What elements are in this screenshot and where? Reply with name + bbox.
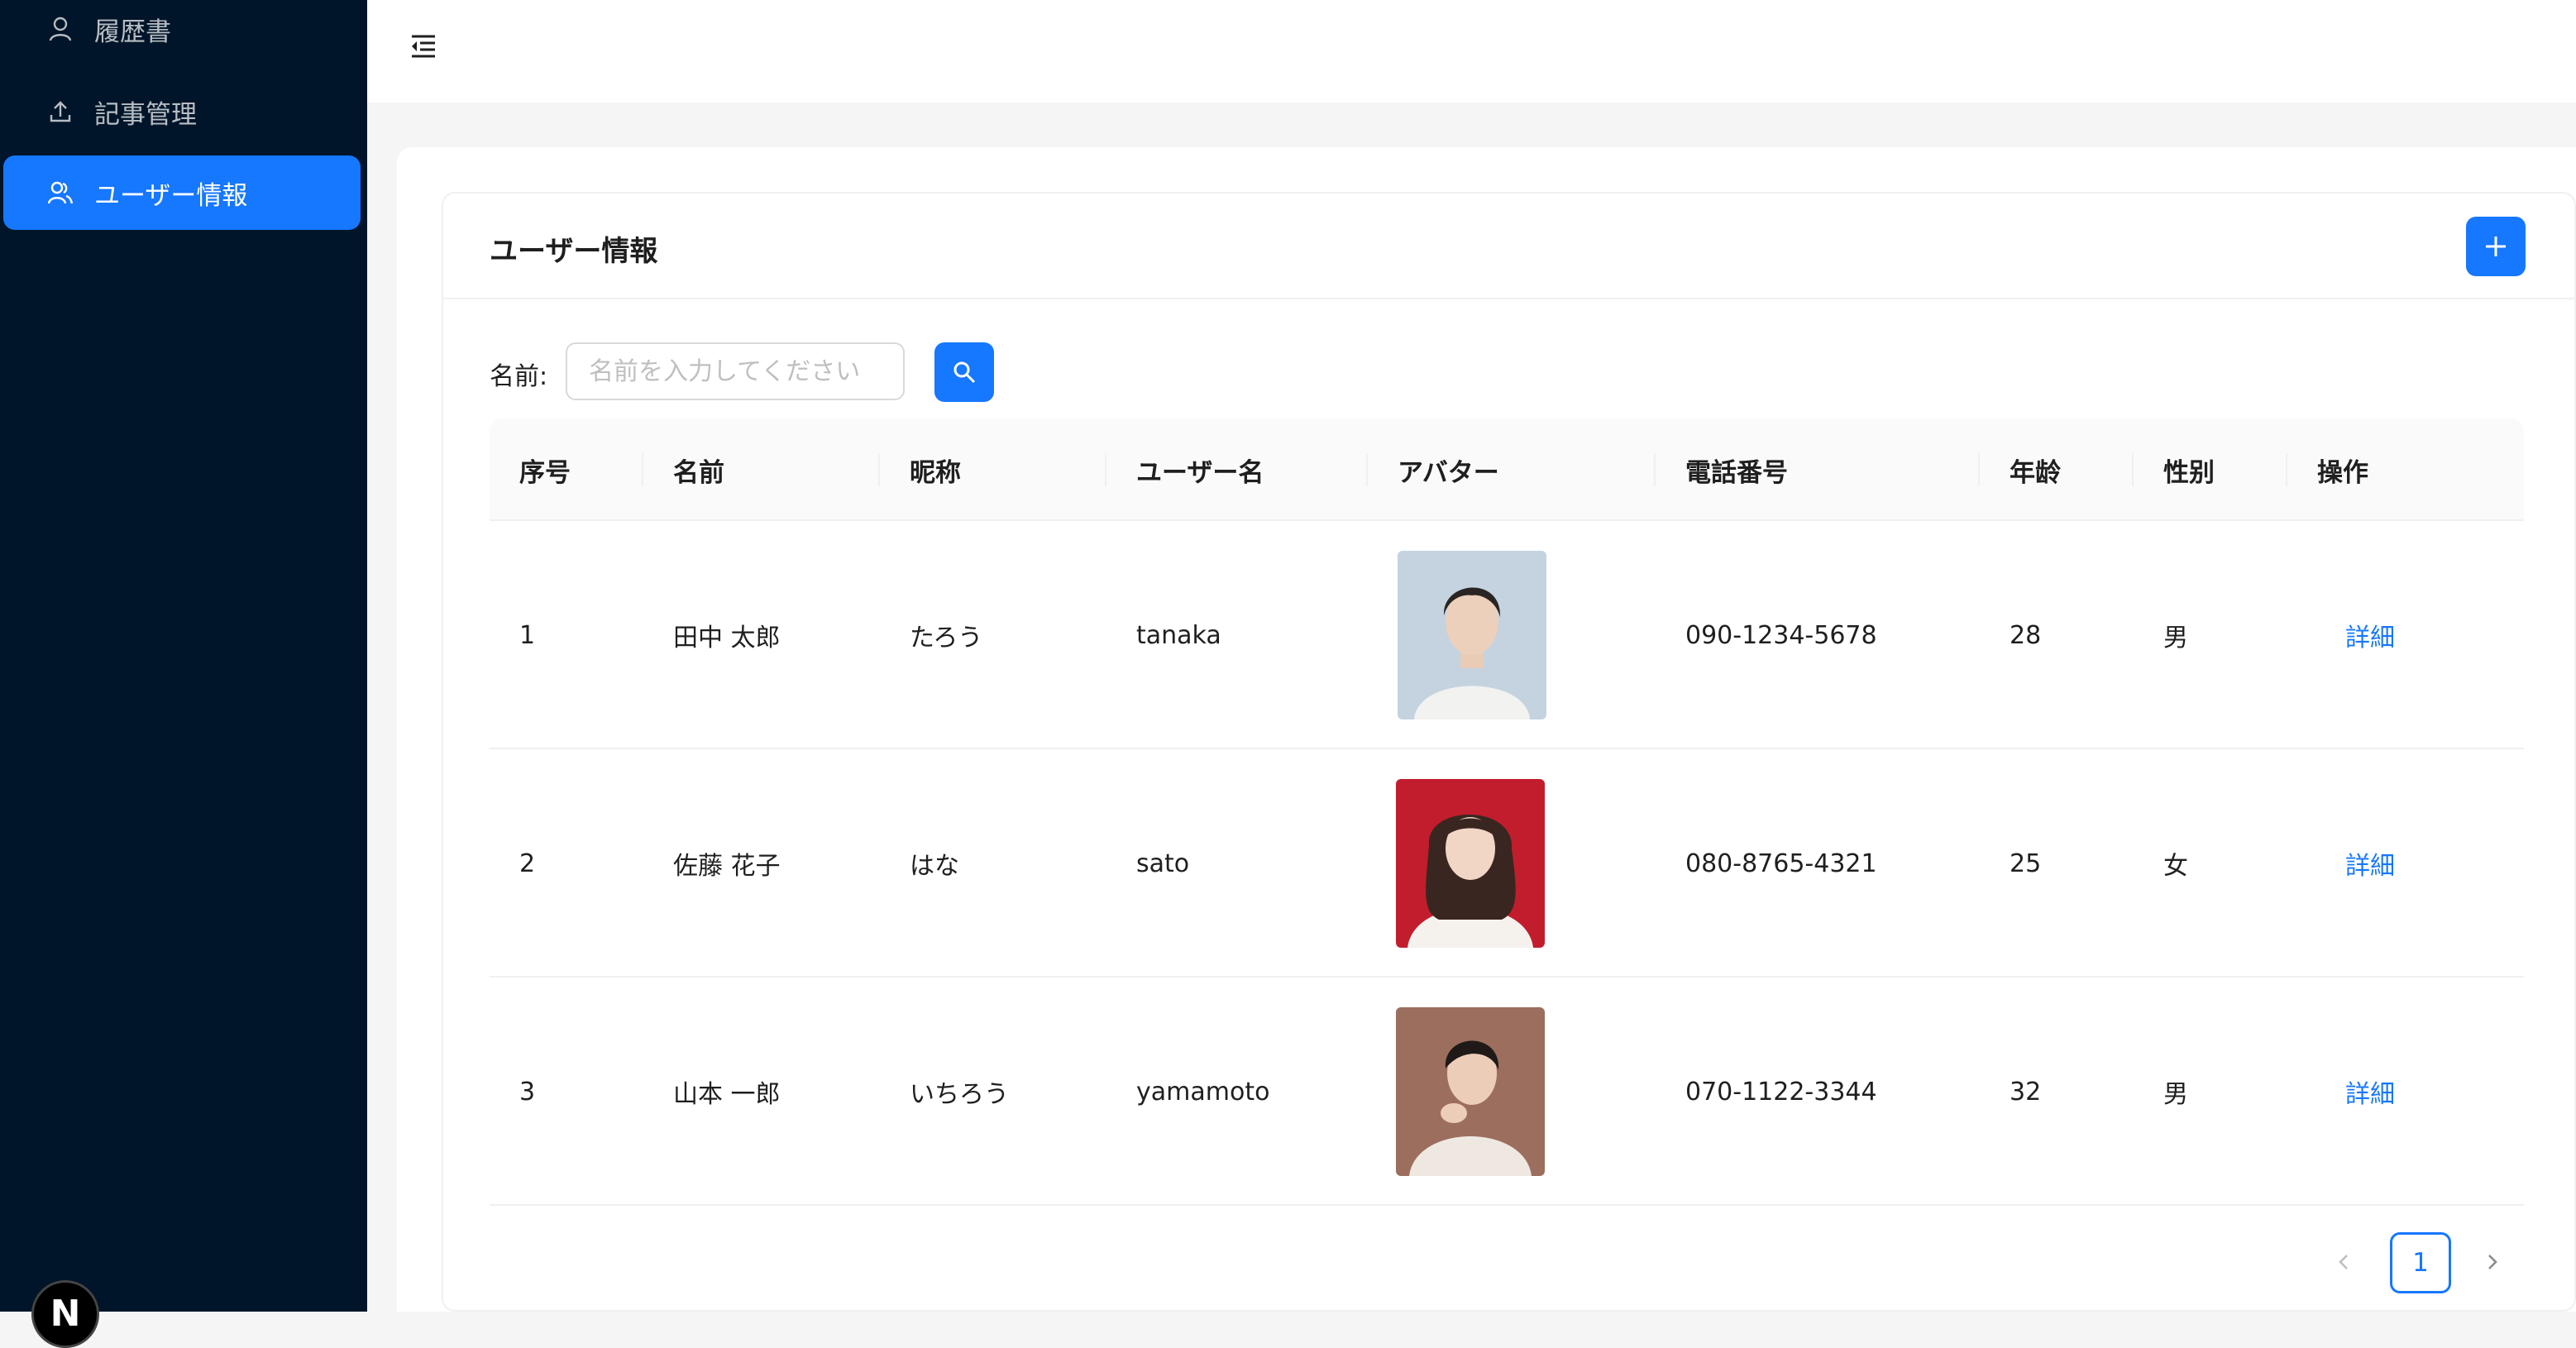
cell-no: 1 (519, 620, 536, 650)
cell-age: 25 (2010, 848, 2042, 878)
cell-gender: 男 (2163, 624, 2188, 652)
card-header: ユーザー情報 (443, 194, 2574, 299)
column-header-username: ユーザー名 (1136, 457, 1264, 488)
chevron-left-icon[interactable] (2314, 1232, 2373, 1292)
menu-fold-icon[interactable] (409, 31, 438, 61)
chevron-right-icon[interactable] (2463, 1232, 2522, 1292)
sidebar-item-articles[interactable]: 記事管理 (3, 74, 361, 149)
column-header-gender: 性别 (2163, 457, 2215, 488)
table-row: 3 山本 一郎 いちろう yamamoto 070-1122-3344 32 男 (490, 978, 2524, 1206)
sidebar-item-label: 記事管理 (94, 99, 197, 130)
user-info-card: ユーザー情報 名前: 序号 名前 昵称 ユーザー名 アバター 電話番号 年龄 性… (442, 192, 2576, 1312)
cell-nickname: いちろう (910, 1080, 1009, 1109)
cell-no: 2 (519, 848, 536, 878)
search-button[interactable] (934, 342, 994, 402)
search-icon (953, 361, 976, 384)
column-header-no: 序号 (519, 457, 571, 488)
cell-avatar (1396, 978, 1545, 1206)
cell-gender: 男 (2163, 1080, 2188, 1109)
cell-name: 田中 太郎 (673, 624, 781, 652)
cell-avatar (1396, 749, 1545, 978)
add-user-button[interactable] (2466, 217, 2526, 276)
pagination: 1 (2114, 1232, 2576, 1298)
table-row: 1 田中 太郎 たろう tanaka 090-1234-5678 28 男 詳細 (490, 521, 2524, 749)
user-avatar[interactable]: N (31, 1280, 99, 1348)
detail-link[interactable]: 詳細 (2345, 749, 2395, 978)
cell-username: tanaka (1136, 620, 1221, 650)
cell-phone: 090-1234-5678 (1685, 620, 1877, 650)
cell-name: 山本 一郎 (673, 1080, 781, 1109)
user-avatar-image (1396, 779, 1545, 948)
name-search-input[interactable] (566, 342, 905, 400)
cell-age: 28 (2010, 620, 2042, 650)
page-title: ユーザー情報 (490, 235, 658, 268)
user-table: 序号 名前 昵称 ユーザー名 アバター 電話番号 年龄 性别 操作 1 田中 太… (490, 418, 2524, 1206)
cell-age: 32 (2010, 1077, 2042, 1107)
user-avatar-image (1398, 551, 1546, 719)
table-header: 序号 名前 昵称 ユーザー名 アバター 電話番号 年龄 性别 操作 (490, 418, 2524, 521)
user-avatar-image (1396, 1007, 1545, 1176)
cell-username: yamamoto (1136, 1077, 1270, 1107)
search-label: 名前: (490, 362, 548, 391)
table-row: 2 佐藤 花子 はな sato 080-8765-4321 25 女 詳細 (490, 749, 2524, 978)
plus-icon (2486, 237, 2506, 256)
column-header-phone: 電話番号 (1685, 457, 1788, 488)
cell-avatar (1398, 521, 1546, 749)
column-header-age: 年龄 (2010, 457, 2061, 488)
team-icon (48, 180, 73, 205)
cell-phone: 070-1122-3344 (1685, 1077, 1877, 1107)
cell-phone: 080-8765-4321 (1685, 848, 1877, 878)
sidebar-item-user-info[interactable]: ユーザー情報 (3, 155, 361, 230)
cell-nickname: たろう (910, 624, 983, 652)
sidebar-item-label: 履歴書 (94, 17, 171, 47)
column-header-name: 名前 (673, 457, 724, 488)
user-icon (48, 17, 73, 41)
upload-icon (48, 99, 73, 124)
detail-link[interactable]: 詳細 (2345, 978, 2395, 1206)
cell-name: 佐藤 花子 (673, 852, 781, 881)
sidebar-item-resume[interactable]: 履歴書 (3, 0, 361, 66)
column-header-nickname: 昵称 (910, 457, 961, 488)
page-number[interactable]: 1 (2390, 1232, 2451, 1293)
top-header (367, 0, 2576, 103)
sidebar-item-label: ユーザー情報 (94, 180, 248, 211)
cell-gender: 女 (2163, 852, 2188, 881)
cell-username: sato (1136, 848, 1190, 878)
cell-no: 3 (519, 1077, 536, 1107)
column-header-avatar: アバター (1398, 457, 1499, 488)
sidebar: 履歴書 記事管理 ユーザー情報 N (0, 0, 367, 1348)
detail-link[interactable]: 詳細 (2345, 521, 2395, 749)
column-header-action: 操作 (2317, 457, 2368, 488)
cell-nickname: はな (910, 852, 959, 881)
